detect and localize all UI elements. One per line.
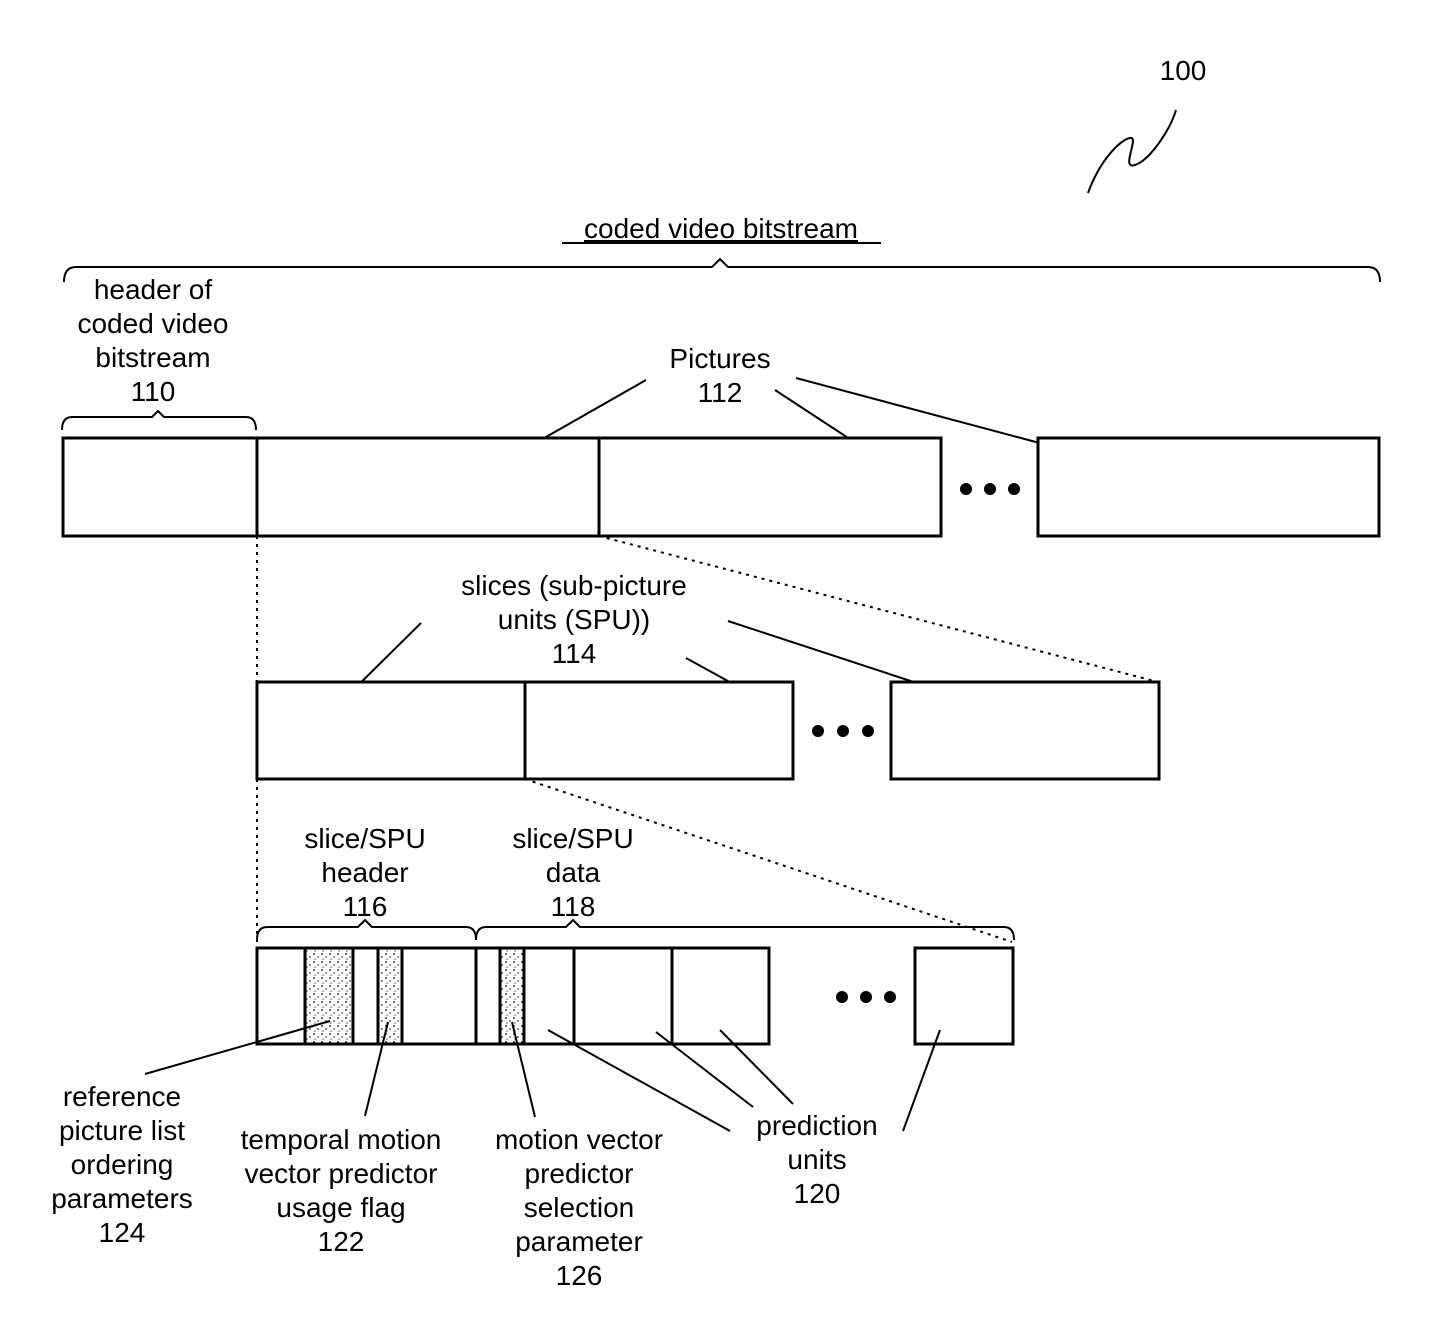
numeral-leader-squiggle (1087, 109, 1177, 194)
svg-text:ordering: ordering (71, 1149, 174, 1180)
diagram-title: coded video bitstream (584, 213, 858, 244)
svg-text:usage flag: usage flag (276, 1192, 405, 1223)
slice-block-1 (255, 680, 527, 781)
svg-text:120: 120 (794, 1178, 841, 1209)
svg-text:110: 110 (131, 376, 176, 407)
svg-text:prediction: prediction (756, 1110, 877, 1141)
ref-list-ordering-label: reference picture list ordering paramete… (51, 1081, 193, 1248)
header-label: header of coded video bitstream 110 (77, 274, 228, 407)
svg-text:selection: selection (524, 1192, 635, 1223)
prediction-unit-2 (572, 946, 674, 1046)
reference-numeral-100: 100 (1160, 55, 1207, 86)
ellipsis-row3 (836, 991, 896, 1003)
svg-text:coded video: coded video (77, 308, 228, 339)
svg-text:units: units (787, 1144, 846, 1175)
svg-text:124: 124 (99, 1217, 146, 1248)
svg-text:temporal motion: temporal motion (241, 1124, 442, 1155)
svg-text:motion vector: motion vector (495, 1124, 663, 1155)
svg-text:slice/SPU: slice/SPU (304, 823, 425, 854)
header-brace (61, 409, 257, 431)
slice-data-field-1 (474, 946, 502, 1046)
svg-text:Pictures: Pictures (669, 343, 770, 374)
mvp-selection-parameter-field (498, 946, 526, 1046)
slice-block-2 (523, 680, 795, 781)
slice-header-brace (256, 918, 477, 941)
slice-header-field-3 (351, 946, 380, 1046)
svg-text:parameters: parameters (51, 1183, 193, 1214)
svg-text:reference: reference (63, 1081, 181, 1112)
slice-data-label: slice/SPU data 118 (512, 823, 633, 922)
slice-data-brace (475, 918, 1015, 941)
svg-text:112: 112 (698, 377, 743, 408)
bitstream-header-block (61, 436, 259, 538)
svg-text:vector predictor: vector predictor (245, 1158, 438, 1189)
svg-text:116: 116 (343, 891, 388, 922)
picture-block-1 (255, 436, 601, 538)
prediction-unit-n (913, 946, 1015, 1046)
svg-text:slice/SPU: slice/SPU (512, 823, 633, 854)
svg-text:picture list: picture list (59, 1115, 185, 1146)
ellipsis-row1 (960, 483, 1020, 495)
svg-text:126: 126 (556, 1260, 603, 1291)
prediction-units-label: prediction units 120 (756, 1110, 877, 1209)
mvp-selection-label: motion vector predictor selection parame… (495, 1124, 663, 1291)
svg-text:122: 122 (318, 1226, 365, 1257)
slices-label: slices (sub-picture units (SPU)) 114 (461, 570, 687, 669)
svg-text:predictor: predictor (525, 1158, 634, 1189)
svg-text:header: header (321, 857, 408, 888)
slice-header-label: slice/SPU header 116 (304, 823, 425, 922)
slice-header-field-5 (400, 946, 478, 1046)
reference-picture-list-ordering-field (303, 946, 355, 1046)
bitstream-diagram: 100 coded video bitstream header of code… (51, 55, 1381, 1291)
pictures-label: Pictures 112 (669, 343, 770, 408)
svg-text:parameter: parameter (515, 1226, 643, 1257)
svg-text:bitstream: bitstream (95, 342, 210, 373)
tmvp-flag-label: temporal motion vector predictor usage f… (241, 1124, 442, 1257)
svg-text:header of: header of (94, 274, 213, 305)
slice-block-n (889, 680, 1161, 781)
svg-text:slices (sub-picture: slices (sub-picture (461, 570, 687, 601)
svg-text:118: 118 (551, 891, 596, 922)
svg-text:data: data (546, 857, 601, 888)
svg-text:114: 114 (552, 638, 597, 669)
bitstream-brace (63, 257, 1381, 283)
expand-right-1 (598, 535, 1159, 683)
picture-block-n (1036, 436, 1381, 538)
ref-list-leader (144, 1020, 331, 1075)
picture-block-2 (597, 436, 943, 538)
ellipsis-row2 (812, 725, 874, 737)
svg-text:units (SPU)): units (SPU)) (498, 604, 650, 635)
tmvp-usage-flag-field (376, 946, 404, 1046)
